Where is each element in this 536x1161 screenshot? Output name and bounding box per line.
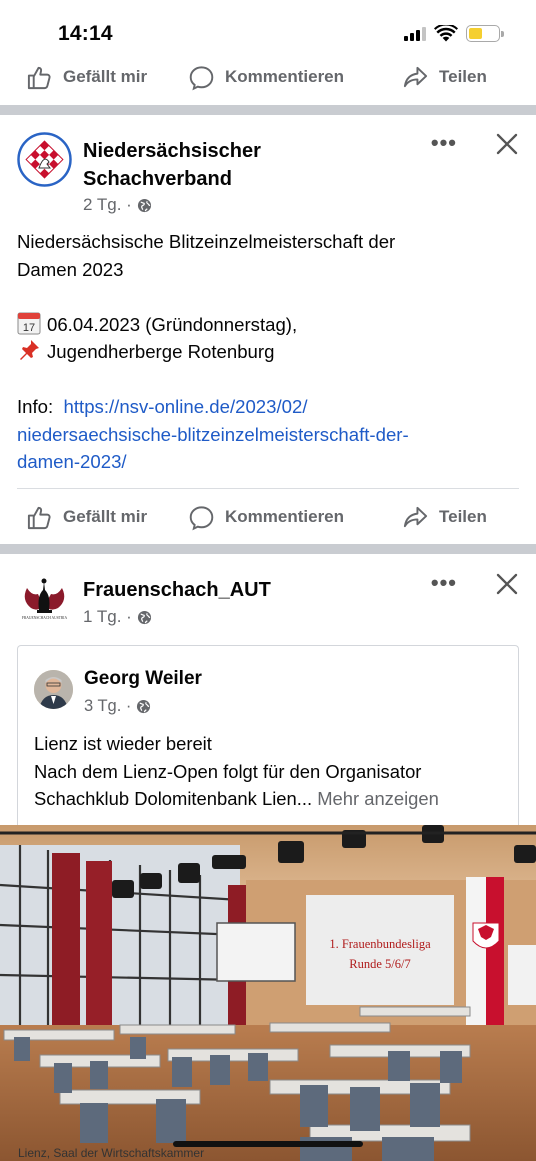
hall-photo: 1. Frauenbundesliga Runde 5/6/7 [0,825,536,1161]
shared-meta: 3 Tg. · [84,697,151,716]
frauenschach-logo-avatar[interactable]: FRAUENSCHACH AUSTRIA [17,572,72,627]
post1-line1: Niedersächsische Blitzeinzelmeisterschaf… [17,231,396,252]
globe-icon [137,610,151,624]
shared-line2: Nach dem Lienz-Open folgt für den Organi… [34,760,422,782]
post2-close-icon[interactable] [495,572,519,596]
post1-author-line2: Schachverband [83,168,232,190]
post2-time[interactable]: 1 Tg. · [83,607,132,627]
pushpin-icon [20,340,39,360]
share-label: Teilen [439,67,487,86]
status-time: 14:14 [58,22,113,45]
post1-link-part3[interactable]: damen-2023/ [17,448,517,476]
post1-meta: 2 Tg. · [83,195,152,215]
shared-line3: Schachklub Dolomitenbank Lien... [34,788,313,809]
post1-link-part2[interactable]: niedersaechsische-blitzeinzelmeisterscha… [17,421,517,449]
post1-author[interactable]: Niedersächsischer Schachverband [83,137,261,193]
nsv-logo-avatar[interactable] [17,132,72,187]
post-divider [0,544,536,554]
post2-header: FRAUENSCHACH AUSTRIA Frauenschach_AUT 1 … [17,572,519,632]
screen-line2: Runde 5/6/7 [349,957,410,971]
calendar-icon: 17 [17,312,41,334]
comment-button[interactable]: Kommentieren [188,64,344,91]
post-divider [0,105,536,115]
post1-place: Jugendherberge Rotenburg [47,341,275,362]
post2-photo[interactable]: 1. Frauenbundesliga Runde 5/6/7 [0,825,536,1161]
logo-text: FRAUENSCHACH AUSTRIA [22,616,68,620]
shared-line3-row: Schachklub Dolomitenbank Lien... Mehr an… [34,785,514,813]
calendar-day: 17 [23,322,35,334]
post1-like-button[interactable]: Gefällt mir [26,504,147,531]
screen-line1: 1. Frauenbundesliga [329,937,431,951]
comment-icon [189,505,214,530]
status-icons [404,25,504,42]
thumbs-up-icon [27,506,51,529]
shared-author-avatar[interactable] [34,670,73,709]
like-label: Gefällt mir [63,67,148,86]
globe-icon [137,198,151,212]
comment-label: Kommentieren [225,67,345,86]
post1-comment-label: Kommentieren [225,507,345,526]
share-icon [403,506,428,527]
post1-comment-button[interactable]: Kommentieren [188,504,344,531]
shared-body: Lienz ist wieder bereit Nach dem Lienz-O… [34,730,514,813]
post1-line2: Damen 2023 [17,258,124,280]
home-indicator[interactable] [173,1141,363,1147]
shared-line1: Lienz ist wieder bereit [34,733,212,754]
frauenschach-logo-icon: FRAUENSCHACH AUSTRIA [17,572,72,627]
like-button[interactable]: Gefällt mir [26,64,147,91]
post2-author[interactable]: Frauenschach_AUT [83,576,271,604]
post1-action-bar: Gefällt mir Kommentieren Teilen [0,488,536,546]
wifi-icon [434,25,458,42]
post1-more-options-button[interactable]: ••• [431,132,457,154]
post1-author-line1: Niedersächsischer [83,140,261,162]
post1-share-button[interactable]: Teilen [402,504,487,531]
post1-info-row: Info: https://nsv-online.de/2023/02/ [17,393,517,421]
globe-icon [137,699,151,714]
comment-icon [189,65,214,90]
action-bar-top: Gefällt mir Kommentieren Teilen [0,48,536,106]
shared-author[interactable]: Georg Weiler [84,668,202,690]
nsv-logo-icon [17,132,72,187]
shared-time[interactable]: 3 Tg. · [84,697,131,716]
post1-time[interactable]: 2 Tg. · [83,195,132,215]
post2-meta: 1 Tg. · [83,607,152,627]
post1-date-row: 17 06.04.2023 (Gründonnerstag), [17,311,517,339]
post1-body: Niedersächsische Blitzeinzelmeisterschaf… [17,228,517,476]
see-more-link[interactable]: Mehr anzeigen [317,788,439,809]
person-photo-icon [34,670,73,709]
post1-close-icon[interactable] [495,132,519,156]
shared-post-card[interactable]: Georg Weiler 3 Tg. · Lienz ist wieder be… [17,645,519,835]
photo-caption: Lienz, Saal der Wirtschaftskammer [18,1146,205,1160]
post1-date: 06.04.2023 (Gründonnerstag), [47,313,298,335]
thumbs-up-icon [27,66,51,89]
post1-place-row: Jugendherberge Rotenburg [17,338,517,366]
post1-share-label: Teilen [439,507,487,526]
share-button[interactable]: Teilen [402,64,487,91]
share-icon [403,66,428,87]
post1-info-label: Info: [17,396,54,417]
post1-link-part1[interactable]: https://nsv-online.de/2023/02/ [64,396,308,417]
post1-like-label: Gefällt mir [63,507,148,526]
post2-more-options-button[interactable]: ••• [431,572,457,594]
post1-header: Niedersächsischer Schachverband 2 Tg. · … [17,132,519,222]
cellular-signal-icon [404,26,426,41]
battery-icon [466,25,504,42]
